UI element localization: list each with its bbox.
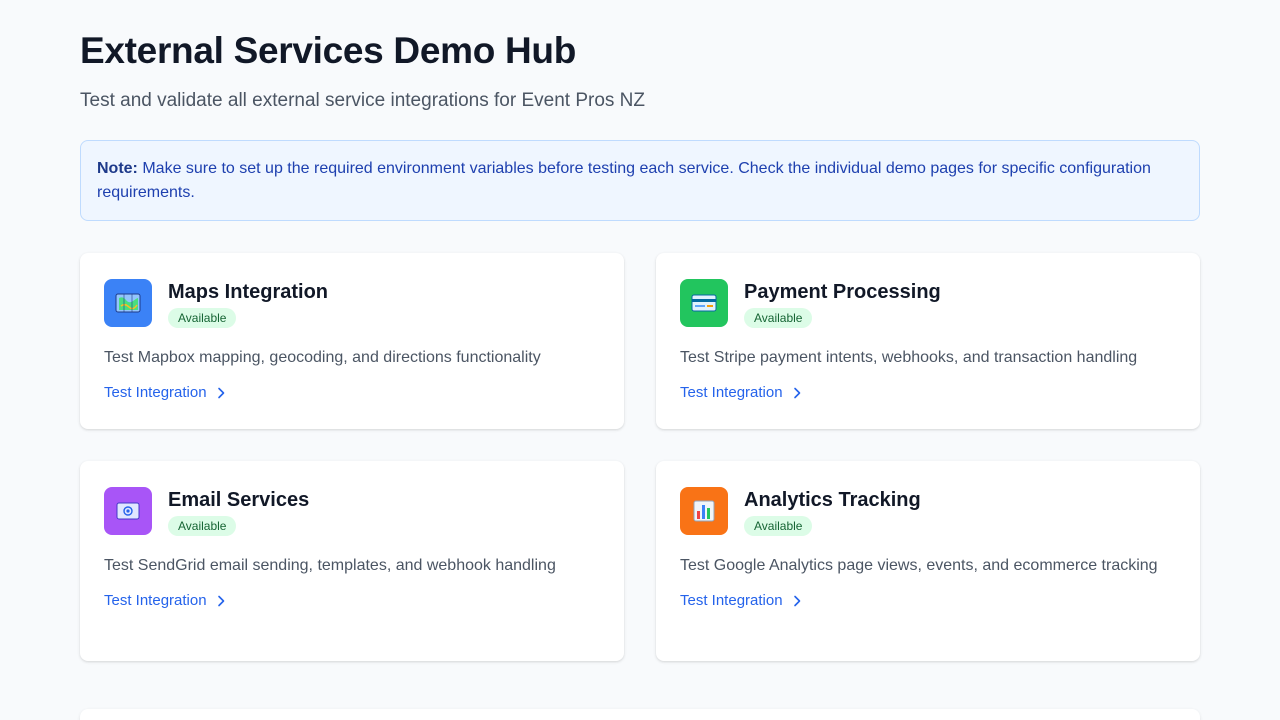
service-card-analytics: Analytics Tracking Available Test Google…: [656, 461, 1200, 661]
email-icon: [104, 487, 152, 535]
status-badge: Available: [744, 516, 813, 536]
link-label: Test Integration: [680, 384, 783, 401]
chevron-right-icon: [217, 595, 225, 607]
service-card-email: Email Services Available Test SendGrid e…: [80, 461, 624, 661]
service-card-maps: Maps Integration Available Test Mapbox m…: [80, 253, 624, 429]
card-title: Analytics Tracking: [744, 489, 921, 511]
card-description: Test Stripe payment intents, webhooks, a…: [680, 349, 1138, 366]
page-title: External Services Demo Hub: [80, 30, 577, 71]
card-description: Test Google Analytics page views, events…: [680, 557, 1158, 574]
setup-note: Note: Make sure to set up the required e…: [80, 140, 1200, 221]
link-label: Test Integration: [680, 592, 783, 609]
card-description: Test SendGrid email sending, templates, …: [104, 557, 556, 574]
test-integration-link-email[interactable]: Test Integration: [104, 592, 225, 609]
test-integration-link-maps[interactable]: Test Integration: [104, 384, 225, 401]
chevron-right-icon: [793, 595, 801, 607]
chevron-right-icon: [793, 387, 801, 399]
page-subtitle: Test and validate all external service i…: [80, 90, 645, 111]
link-label: Test Integration: [104, 384, 207, 401]
partial-card-bottom: [80, 709, 1200, 720]
card-title: Payment Processing: [744, 281, 941, 303]
link-label: Test Integration: [104, 592, 207, 609]
status-badge: Available: [744, 308, 813, 328]
note-label: Note:: [97, 160, 138, 177]
map-icon: [104, 279, 152, 327]
test-integration-link-analytics[interactable]: Test Integration: [680, 592, 801, 609]
test-integration-link-payment[interactable]: Test Integration: [680, 384, 801, 401]
card-title: Maps Integration: [168, 281, 329, 303]
bar-chart-icon: [680, 487, 728, 535]
service-card-payment: Payment Processing Available Test Stripe…: [656, 253, 1200, 429]
status-badge: Available: [168, 308, 237, 328]
note-text: Make sure to set up the required environ…: [97, 160, 1151, 201]
status-badge: Available: [168, 516, 237, 536]
card-title: Email Services: [168, 489, 310, 511]
card-description: Test Mapbox mapping, geocoding, and dire…: [104, 349, 541, 366]
chevron-right-icon: [217, 387, 225, 399]
credit-card-icon: [680, 279, 728, 327]
